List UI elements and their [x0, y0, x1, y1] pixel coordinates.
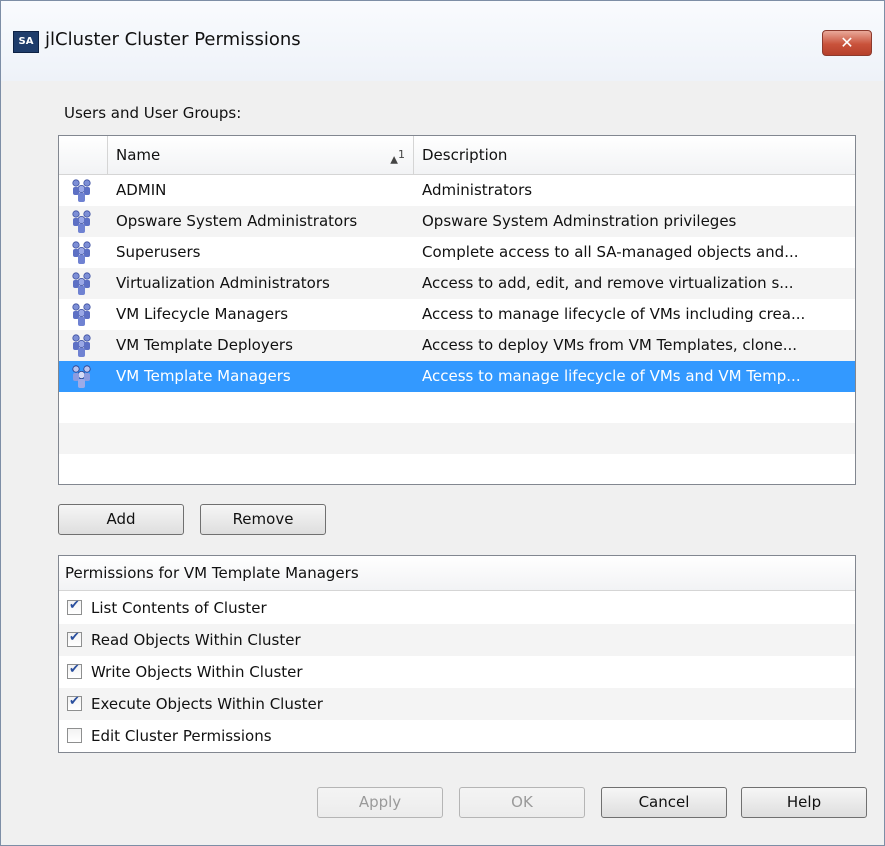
apply-button[interactable]: Apply [317, 787, 443, 818]
permission-label: Edit Cluster Permissions [91, 727, 272, 745]
sa-app-icon: SA [13, 31, 39, 53]
row-description: Access to deploy VMs from VM Templates, … [422, 336, 798, 354]
permission-row[interactable]: Edit Cluster Permissions [59, 720, 855, 752]
row-name: Opsware System Administrators [116, 212, 358, 230]
table-row[interactable]: ADMIN Administrators [59, 175, 855, 206]
column-name-label: Name [116, 146, 161, 164]
permissions-dialog: SA jlCluster Cluster Permissions ✕ Users… [0, 0, 885, 846]
window-title: jlCluster Cluster Permissions [45, 29, 301, 50]
sort-ascending-icon: ▲1 [390, 148, 405, 166]
permission-row[interactable]: Read Objects Within Cluster [59, 624, 855, 656]
empty-row [59, 454, 855, 484]
row-description: Opsware System Adminstration privileges [422, 212, 737, 230]
permission-label: Read Objects Within Cluster [91, 631, 301, 649]
row-description: Access to manage lifecycle of VMs and VM… [422, 367, 801, 385]
permission-label: List Contents of Cluster [91, 599, 267, 617]
permission-row[interactable]: Write Objects Within Cluster [59, 656, 855, 688]
execute-objects-checkbox[interactable] [67, 694, 82, 711]
empty-row [59, 423, 855, 454]
table-row[interactable]: Superusers Complete access to all SA-man… [59, 237, 855, 268]
list-contents-checkbox[interactable] [67, 598, 82, 615]
user-group-icon [69, 206, 99, 237]
row-description: Access to add, edit, and remove virtuali… [422, 274, 794, 292]
user-group-icon [69, 268, 99, 299]
table-row-selected[interactable]: VM Template Managers Access to manage li… [59, 361, 855, 392]
empty-row [59, 392, 855, 423]
user-group-icon [69, 175, 99, 206]
ok-button[interactable]: OK [459, 787, 585, 818]
users-groups-label: Users and User Groups: [64, 104, 242, 122]
table-row[interactable]: VM Lifecycle Managers Access to manage l… [59, 299, 855, 330]
title-bar[interactable]: SA jlCluster Cluster Permissions ✕ [1, 1, 884, 81]
column-header-icon[interactable] [59, 136, 108, 174]
table-header: Name ▲1 Description [59, 136, 855, 175]
users-groups-table: Name ▲1 Description ADMIN Administrators… [58, 135, 856, 485]
row-name: VM Lifecycle Managers [116, 305, 289, 323]
cancel-button[interactable]: Cancel [601, 787, 727, 818]
column-header-description[interactable]: Description [414, 136, 855, 174]
close-button[interactable]: ✕ [822, 30, 872, 56]
permissions-panel: Permissions for VM Template Managers Lis… [58, 555, 856, 753]
permission-row[interactable]: List Contents of Cluster [59, 592, 855, 624]
user-group-icon [69, 330, 99, 361]
permissions-header: Permissions for VM Template Managers [59, 556, 855, 591]
permission-row[interactable]: Execute Objects Within Cluster [59, 688, 855, 720]
column-description-label: Description [422, 146, 508, 164]
permission-label: Write Objects Within Cluster [91, 663, 303, 681]
remove-button[interactable]: Remove [200, 504, 326, 535]
row-description: Complete access to all SA-managed object… [422, 243, 799, 261]
column-header-name[interactable]: Name ▲1 [108, 136, 414, 174]
edit-permissions-checkbox[interactable] [67, 728, 82, 743]
row-name: Virtualization Administrators [116, 274, 330, 292]
row-name: Superusers [116, 243, 201, 261]
user-group-icon [69, 299, 99, 330]
row-description: Access to manage lifecycle of VMs includ… [422, 305, 806, 323]
row-name: VM Template Deployers [116, 336, 293, 354]
table-row[interactable]: VM Template Deployers Access to deploy V… [59, 330, 855, 361]
help-button[interactable]: Help [741, 787, 867, 818]
write-objects-checkbox[interactable] [67, 662, 82, 679]
row-name: VM Template Managers [116, 367, 291, 385]
row-name: ADMIN [116, 181, 167, 199]
user-group-icon [69, 237, 99, 268]
table-row[interactable]: Virtualization Administrators Access to … [59, 268, 855, 299]
table-row[interactable]: Opsware System Administrators Opsware Sy… [59, 206, 855, 237]
row-description: Administrators [422, 181, 533, 199]
user-group-icon [69, 361, 99, 392]
permission-label: Execute Objects Within Cluster [91, 695, 323, 713]
read-objects-checkbox[interactable] [67, 630, 82, 647]
add-button[interactable]: Add [58, 504, 184, 535]
